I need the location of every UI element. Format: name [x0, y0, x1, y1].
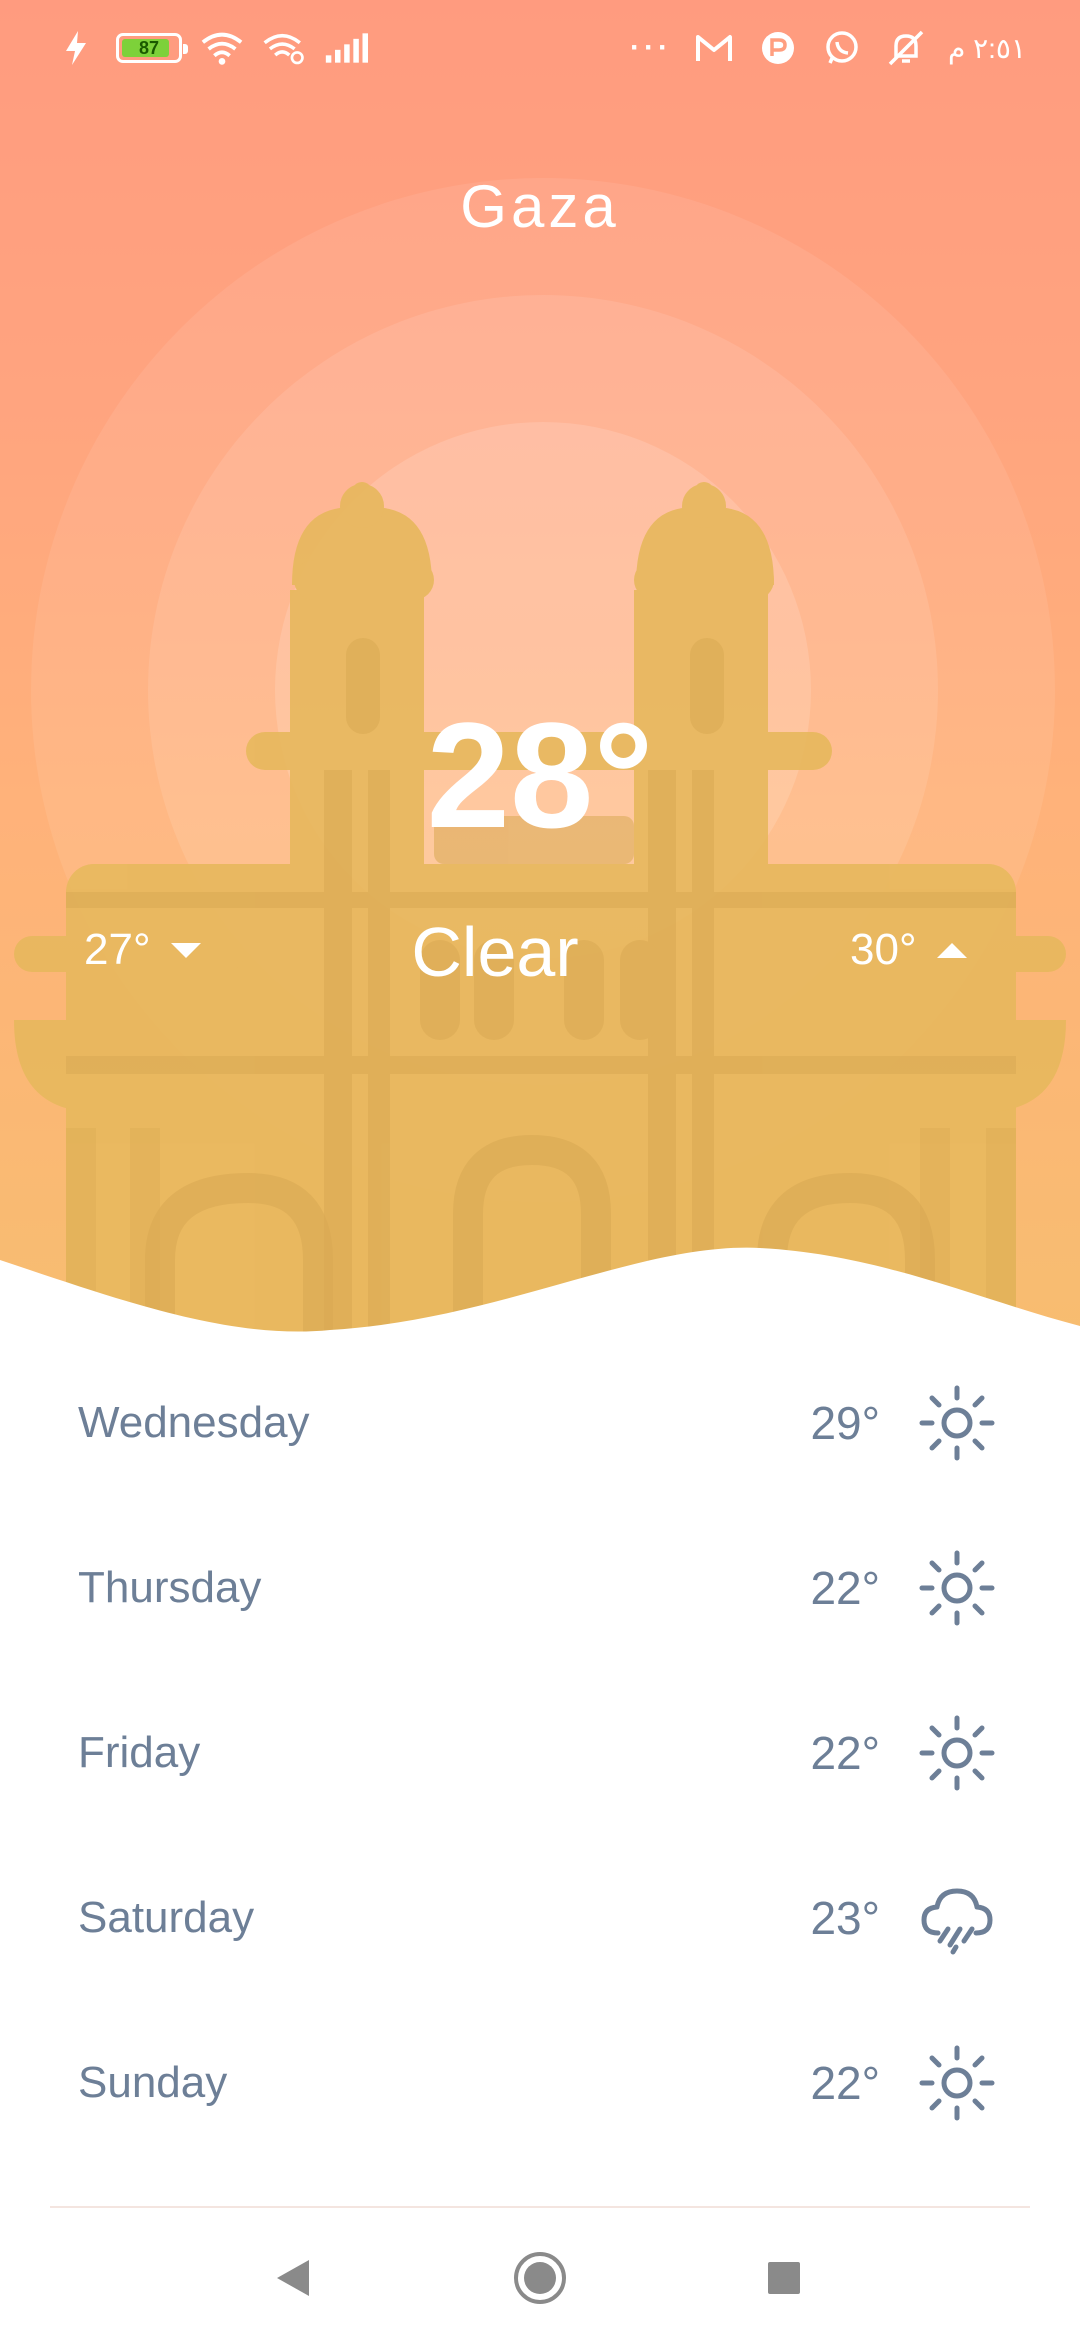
max-temperature-value: 30° — [850, 925, 917, 974]
battery-indicator: 87 — [116, 33, 188, 63]
navigation-divider — [50, 2206, 1030, 2208]
forecast-temp: 23° — [810, 1891, 880, 1944]
forecast-row-saturday[interactable]: Saturday 23° — [0, 1835, 1080, 2000]
sun-icon — [919, 1385, 995, 1460]
forecast-row-sunday[interactable]: Sunday 22° — [0, 2000, 1080, 2165]
triangle-back-icon — [277, 2260, 309, 2296]
square-recents-icon — [768, 2262, 800, 2294]
status-bar: 87 ··· ٢:٥١ م — [0, 0, 1080, 96]
forecast-day: Wednesday — [78, 1397, 310, 1447]
wifi-icon — [200, 28, 244, 68]
whatsapp-icon — [820, 28, 864, 68]
charging-bolt-icon — [54, 28, 98, 68]
wifi-link-icon — [262, 28, 306, 68]
home-button[interactable] — [512, 2250, 568, 2306]
sun-icon — [919, 1715, 995, 1790]
back-button[interactable] — [265, 2250, 321, 2306]
clock: ٢:٥١ م — [947, 32, 1026, 64]
weather-condition: Clear — [411, 913, 579, 991]
forecast-temp: 22° — [810, 2056, 880, 2109]
recents-button[interactable] — [756, 2250, 812, 2306]
system-navigation-bar — [0, 2210, 1080, 2340]
sun-icon — [919, 2045, 995, 2120]
muted-notifications-icon — [884, 28, 928, 68]
current-temperature: 28° — [426, 691, 654, 859]
battery-level: 87 — [138, 37, 160, 58]
circle-home-icon — [514, 2252, 566, 2304]
forecast-temp: 22° — [810, 1561, 880, 1614]
max-temperature: 30° — [850, 925, 967, 975]
sun-icon — [919, 1550, 995, 1625]
app-notification-icon — [756, 28, 800, 68]
more-notifications-indicator: ··· — [629, 31, 672, 64]
forecast-temp: 22° — [810, 1726, 880, 1779]
forecast-temp: 29° — [810, 1396, 880, 1449]
forecast-row-thursday[interactable]: Thursday 22° — [0, 1505, 1080, 1670]
forecast-list: Wednesday 29° Thursday 22° Friday 22° Sa… — [0, 1340, 1080, 2165]
forecast-day: Thursday — [78, 1562, 262, 1612]
forecast-day: Sunday — [78, 2057, 228, 2107]
wave-divider — [0, 1247, 1080, 1340]
gmail-icon — [692, 28, 736, 68]
cloud-rain-icon — [921, 1888, 993, 1954]
forecast-row-friday[interactable]: Friday 22° — [0, 1670, 1080, 1835]
forecast-day: Friday — [78, 1727, 201, 1777]
arrow-up-icon — [936, 942, 967, 958]
forecast-row-wednesday[interactable]: Wednesday 29° — [0, 1340, 1080, 1505]
city-name: Gaza — [460, 173, 620, 240]
forecast-day: Saturday — [78, 1892, 255, 1942]
signal-bars-icon — [324, 28, 368, 68]
